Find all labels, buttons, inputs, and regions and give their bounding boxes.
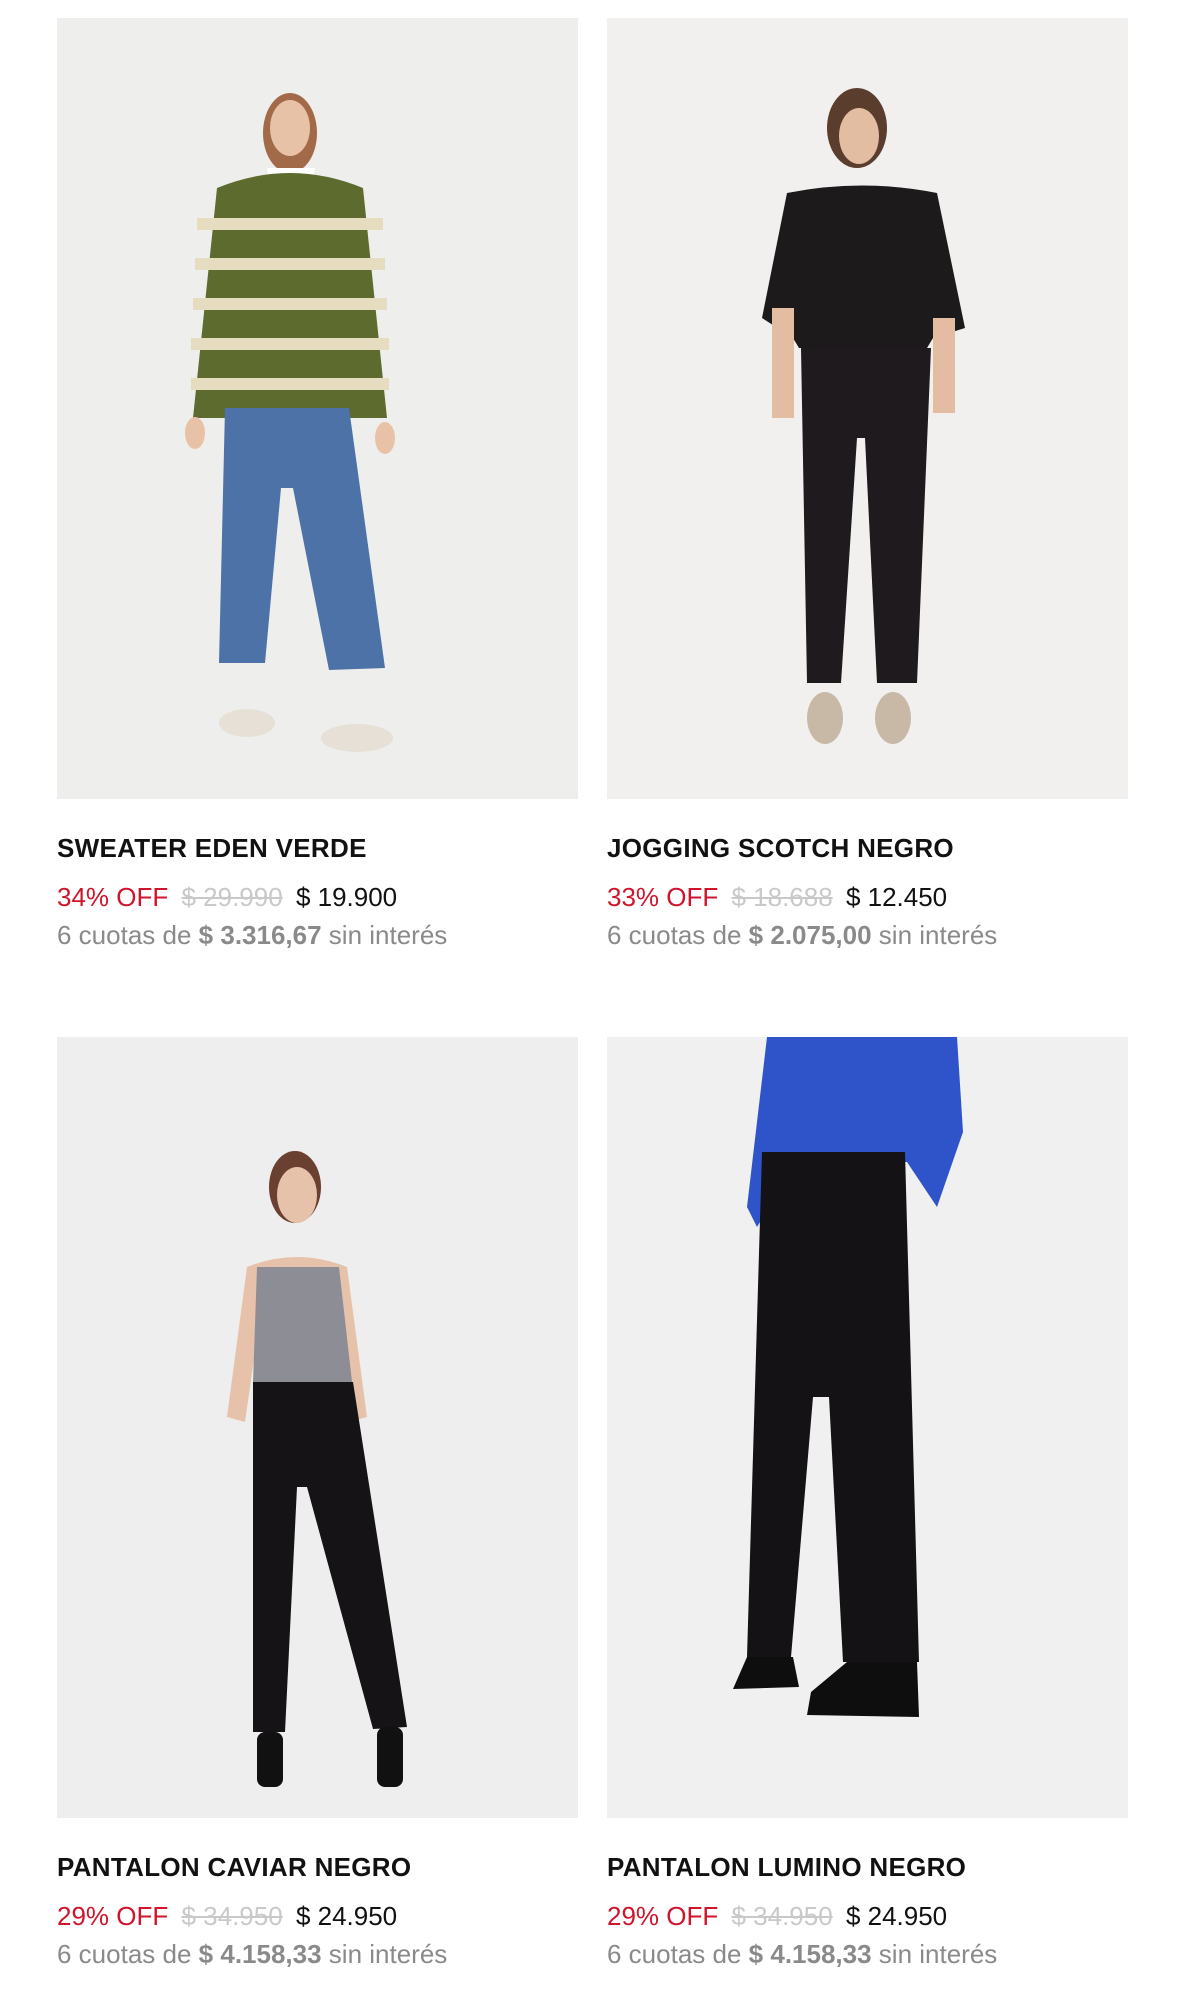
installments-suffix: sin interés bbox=[328, 1939, 448, 1969]
product-name[interactable]: SWEATER EDEN VERDE bbox=[57, 832, 578, 864]
sale-price: $ 24.950 bbox=[295, 1901, 398, 1931]
original-price: $ 34.950 bbox=[181, 1901, 283, 1931]
sale-price: $ 24.950 bbox=[845, 1901, 948, 1931]
product-name[interactable]: JOGGING SCOTCH NEGRO bbox=[607, 832, 1128, 864]
product-card[interactable]: SWEATER EDEN VERDE 34% OFF $ 29.990 $ 19… bbox=[57, 18, 578, 951]
installments-prefix: 6 cuotas de bbox=[607, 920, 742, 950]
product-image[interactable] bbox=[57, 1037, 578, 1818]
sale-price: $ 12.450 bbox=[845, 882, 948, 912]
installment-amount: $ 3.316,67 bbox=[198, 920, 322, 950]
discount-badge: 33% OFF bbox=[607, 882, 719, 912]
price-row: 29% OFF $ 34.950 $ 24.950 bbox=[57, 1900, 578, 1932]
product-name[interactable]: PANTALON LUMINO NEGRO bbox=[607, 1851, 1128, 1883]
installments-suffix: sin interés bbox=[878, 1939, 998, 1969]
installment-amount: $ 4.158,33 bbox=[198, 1939, 322, 1969]
installments-info: 6 cuotas de $ 2.075,00 sin interés bbox=[607, 919, 1128, 951]
product-name[interactable]: PANTALON CAVIAR NEGRO bbox=[57, 1851, 578, 1883]
discount-badge: 29% OFF bbox=[607, 1901, 719, 1931]
installments-suffix: sin interés bbox=[328, 920, 448, 950]
product-image[interactable] bbox=[57, 18, 578, 799]
installment-amount: $ 2.075,00 bbox=[748, 920, 872, 950]
price-row: 34% OFF $ 29.990 $ 19.900 bbox=[57, 881, 578, 913]
installments-info: 6 cuotas de $ 4.158,33 sin interés bbox=[57, 1938, 578, 1970]
original-price: $ 29.990 bbox=[181, 882, 283, 912]
installments-prefix: 6 cuotas de bbox=[57, 920, 192, 950]
installments-prefix: 6 cuotas de bbox=[57, 1939, 192, 1969]
installments-prefix: 6 cuotas de bbox=[607, 1939, 742, 1969]
original-price: $ 18.688 bbox=[731, 882, 833, 912]
product-card[interactable]: PANTALON CAVIAR NEGRO 29% OFF $ 34.950 $… bbox=[57, 1037, 578, 1970]
product-card[interactable]: PANTALON LUMINO NEGRO 29% OFF $ 34.950 $… bbox=[607, 1037, 1128, 1970]
product-card[interactable]: JOGGING SCOTCH NEGRO 33% OFF $ 18.688 $ … bbox=[607, 18, 1128, 951]
price-row: 33% OFF $ 18.688 $ 12.450 bbox=[607, 881, 1128, 913]
sale-price: $ 19.900 bbox=[295, 882, 398, 912]
price-row: 29% OFF $ 34.950 $ 24.950 bbox=[607, 1900, 1128, 1932]
discount-badge: 29% OFF bbox=[57, 1901, 169, 1931]
installment-amount: $ 4.158,33 bbox=[748, 1939, 872, 1969]
discount-badge: 34% OFF bbox=[57, 882, 169, 912]
original-price: $ 34.950 bbox=[731, 1901, 833, 1931]
product-image[interactable] bbox=[607, 1037, 1128, 1818]
installments-info: 6 cuotas de $ 3.316,67 sin interés bbox=[57, 919, 578, 951]
installments-suffix: sin interés bbox=[878, 920, 998, 950]
installments-info: 6 cuotas de $ 4.158,33 sin interés bbox=[607, 1938, 1128, 1970]
product-grid: SWEATER EDEN VERDE 34% OFF $ 29.990 $ 19… bbox=[0, 0, 1181, 2000]
product-image[interactable] bbox=[607, 18, 1128, 799]
